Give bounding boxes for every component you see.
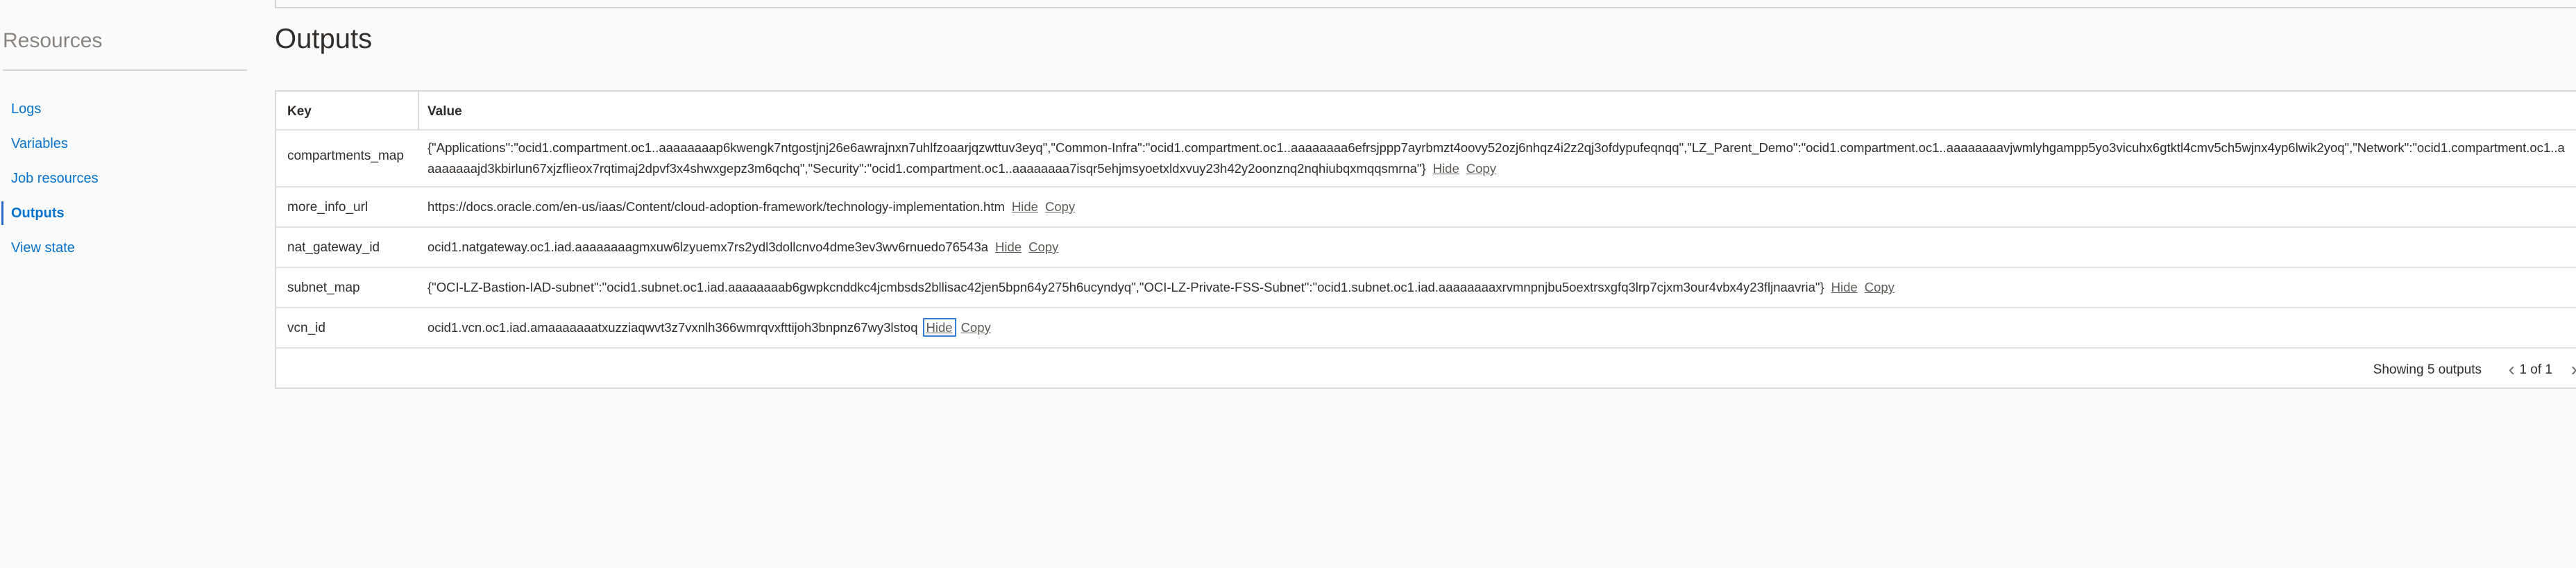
- table-row: subnet_map {"OCI-LZ-Bastion-IAD-subnet":…: [276, 268, 2576, 308]
- output-value: ocid1.vcn.oc1.iad.amaaaaaaatxuzziaqwvt3z…: [427, 317, 2570, 338]
- output-key: compartments_map: [287, 149, 404, 163]
- page-title: Outputs: [275, 24, 373, 54]
- table-row: vcn_id ocid1.vcn.oc1.iad.amaaaaaaatxuzzi…: [276, 308, 2576, 349]
- table-footer: Showing 5 outputs ‹ 1 of 1 ›: [276, 353, 2576, 389]
- page-indicator: 1 of 1: [2519, 362, 2552, 377]
- table-row: more_info_url https://docs.oracle.com/en…: [276, 187, 2576, 228]
- output-value-text: {"OCI-LZ-Bastion-IAD-subnet":"ocid1.subn…: [427, 280, 1824, 294]
- sidebar-item-outputs[interactable]: Outputs: [0, 196, 247, 231]
- divider: [3, 69, 247, 71]
- output-key: vcn_id: [287, 321, 325, 335]
- column-header-value: Value: [427, 104, 462, 119]
- output-key: more_info_url: [287, 200, 368, 215]
- column-divider: [418, 92, 419, 131]
- output-value-text: ocid1.natgateway.oc1.iad.aaaaaaaagmxuw6l…: [427, 240, 989, 254]
- sidebar-item-job-resources[interactable]: Job resources: [0, 161, 247, 196]
- copy-button[interactable]: Copy: [1028, 240, 1058, 254]
- copy-button[interactable]: Copy: [1045, 199, 1075, 214]
- hide-button[interactable]: Hide: [1831, 280, 1858, 294]
- sidebar-item-logs[interactable]: Logs: [0, 92, 247, 126]
- copy-button[interactable]: Copy: [1466, 161, 1496, 176]
- column-header-key: Key: [287, 104, 312, 119]
- output-value-text: https://docs.oracle.com/en-us/iaas/Conte…: [427, 199, 1005, 214]
- outputs-table: Key Value compartments_map {"Application…: [275, 90, 2576, 389]
- chevron-left-icon[interactable]: ‹: [2509, 358, 2515, 381]
- output-key: nat_gateway_id: [287, 240, 380, 255]
- resources-sidebar: Resources Logs Variables Job resources O…: [0, 0, 247, 568]
- divider: [275, 7, 2576, 8]
- hide-button[interactable]: Hide: [1433, 161, 1459, 176]
- hide-button[interactable]: Hide: [922, 318, 956, 337]
- chevron-right-icon[interactable]: ›: [2571, 358, 2576, 381]
- sidebar-item-variables[interactable]: Variables: [0, 126, 247, 161]
- table-row: compartments_map {"Applications":"ocid1.…: [276, 131, 2576, 187]
- output-key: subnet_map: [287, 281, 360, 295]
- resources-nav: Logs Variables Job resources Outputs Vie…: [0, 92, 247, 265]
- output-value: {"Applications":"ocid1.compartment.oc1..…: [427, 137, 2570, 179]
- output-value: {"OCI-LZ-Bastion-IAD-subnet":"ocid1.subn…: [427, 277, 2570, 298]
- resources-title: Resources: [3, 29, 103, 52]
- hide-button[interactable]: Hide: [1012, 199, 1038, 214]
- table-header: Key Value: [276, 92, 2576, 131]
- hide-button[interactable]: Hide: [995, 240, 1022, 254]
- output-value: ocid1.natgateway.oc1.iad.aaaaaaaagmxuw6l…: [427, 237, 2570, 258]
- results-count: Showing 5 outputs: [2373, 362, 2482, 377]
- copy-button[interactable]: Copy: [961, 320, 991, 335]
- sidebar-item-view-state[interactable]: View state: [0, 231, 247, 265]
- table-row: nat_gateway_id ocid1.natgateway.oc1.iad.…: [276, 228, 2576, 268]
- output-value: https://docs.oracle.com/en-us/iaas/Conte…: [427, 197, 2570, 217]
- output-value-text: ocid1.vcn.oc1.iad.amaaaaaaatxuzziaqwvt3z…: [427, 320, 918, 335]
- copy-button[interactable]: Copy: [1865, 280, 1895, 294]
